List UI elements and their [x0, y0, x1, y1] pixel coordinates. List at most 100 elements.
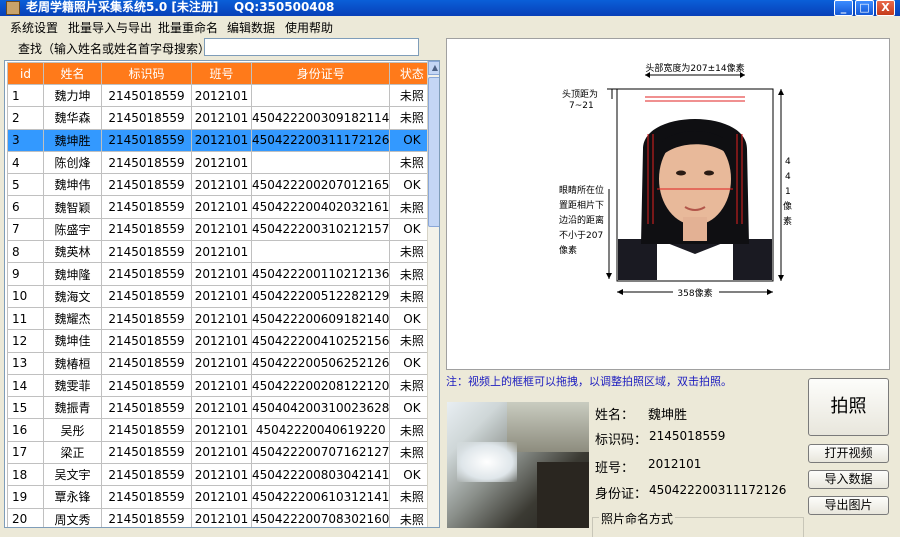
table-cell: 2145018559: [101, 106, 192, 130]
table-cell: 2012101: [191, 240, 252, 264]
table-row[interactable]: 14 魏雯菲 2145018559 2012101 450422200208122120…: [7, 373, 435, 398]
height-digit-5: 素: [783, 215, 792, 227]
menu-edit-data[interactable]: 编辑数据: [227, 19, 275, 36]
table-cell: 魏海文: [43, 284, 102, 308]
eye-note-3: 边沿的距离: [559, 214, 604, 226]
table-row[interactable]: 8 魏英林 2145018559 2012101 未照: [7, 240, 435, 264]
table-cell: 450422200402032161: [250, 195, 391, 219]
table-row[interactable]: 18 吴文宇 2145018559 2012101 450422200803042141…: [7, 463, 435, 487]
table-cell: 2145018559: [101, 485, 192, 509]
table-row[interactable]: 4 陈创烽 2145018559 2012101 未照: [7, 150, 435, 175]
scroll-thumb[interactable]: [428, 77, 439, 227]
table-cell: 2145018559: [101, 418, 192, 442]
hint-note: 注：视频上的框框可以拖拽，以调整拍照区域，双击拍照。: [446, 375, 732, 388]
table-cell: 450422200707162127: [250, 440, 391, 465]
table-cell: 16: [7, 418, 44, 442]
table-cell: 周文秀: [43, 507, 102, 527]
minimize-button[interactable]: _: [834, 0, 853, 16]
title-bar: 老周学籍照片采集系统5.0 [未注册] QQ:350500408 _ □ X: [0, 0, 900, 16]
capture-button[interactable]: 拍照: [808, 378, 889, 436]
maximize-button[interactable]: □: [855, 0, 874, 16]
table-row[interactable]: 17 梁正 2145018559 2012101 450422200707162127 未…: [7, 440, 435, 465]
naming-label: 照片命名方式: [599, 510, 676, 527]
table-cell: 4: [7, 150, 44, 175]
table-cell: 陈创烽: [43, 150, 102, 175]
table-cell: 450422200207012165: [250, 173, 391, 197]
table-cell: 5: [7, 173, 44, 197]
photo-spec-panel: 头部宽度为207±14像素 头顶距为 7~21 眼睛所在位 置距相片下 边沿的距…: [446, 38, 890, 370]
search-input[interactable]: [204, 38, 419, 56]
menu-batch-rename[interactable]: 批量重命名: [158, 19, 218, 36]
student-table-grid: id 姓名 标识码 班号 身份证号 状态 1 魏力坤 2145018559 2012101 未照 2…: [7, 62, 435, 527]
column-header[interactable]: 姓名: [43, 62, 102, 85]
table-cell: 17: [7, 440, 44, 465]
video-feed[interactable]: [447, 402, 589, 528]
table-row[interactable]: 10 魏海文 2145018559 2012101 450422200512282129…: [7, 284, 435, 308]
column-header[interactable]: 身份证号: [250, 62, 391, 85]
table-cell: 450422200803042141: [250, 463, 391, 487]
table-row[interactable]: 13 魏椿桓 2145018559 2012101 450422200506252126…: [7, 351, 435, 375]
window-title: 老周学籍照片采集系统5.0 [未注册]: [26, 0, 219, 14]
table-row[interactable]: 20 周文秀 2145018559 2012101 450422200708302160…: [7, 507, 435, 527]
table-cell: 1: [7, 83, 44, 108]
head-width-label: 头部宽度为207±14像素: [645, 62, 744, 74]
table-row[interactable]: 11 魏耀杰 2145018559 2012101 450422200609182140…: [7, 306, 435, 331]
table-cell: 魏力坤: [43, 83, 102, 108]
table-row[interactable]: 7 陈盛宇 2145018559 2012101 450422200310212157 O…: [7, 217, 435, 242]
menu-bar: 系统设置 批量导入与导出 批量重命名 编辑数据 使用帮助: [0, 16, 900, 36]
export-image-button[interactable]: 导出图片: [808, 496, 889, 515]
menu-batch-import-export[interactable]: 批量导入与导出: [68, 19, 152, 36]
table-cell: 2145018559: [101, 440, 192, 465]
naming-groupbox: 照片命名方式: [592, 510, 804, 537]
eye-note-1: 眼睛所在位: [559, 184, 604, 196]
code-label: 标识码：: [595, 433, 648, 448]
table-cell: 12: [7, 329, 44, 353]
close-button[interactable]: X: [876, 0, 895, 16]
video-shadow: [537, 462, 589, 528]
table-cell: 20: [7, 507, 44, 527]
table-cell: [250, 240, 391, 264]
table-cell: 魏椿桓: [43, 351, 102, 375]
table-cell: 450404200310023628: [250, 396, 391, 420]
table-row[interactable]: 3 魏坤胜 2145018559 2012101 450422200311172126 O…: [7, 128, 435, 152]
table-cell: 450422200708302160: [250, 507, 391, 527]
table-cell: 2012101: [191, 306, 252, 331]
menu-help[interactable]: 使用帮助: [285, 19, 333, 36]
import-data-button[interactable]: 导入数据: [808, 470, 889, 489]
column-header[interactable]: id: [7, 62, 44, 85]
table-cell: 2145018559: [101, 373, 192, 398]
table-scrollbar[interactable]: ▲: [427, 61, 439, 527]
table-row[interactable]: 15 魏振青 2145018559 2012101 450404200310023628…: [7, 396, 435, 420]
scroll-up-arrow-icon[interactable]: ▲: [428, 61, 439, 75]
arrow-left-icon: [617, 289, 623, 295]
table-cell: 2145018559: [101, 306, 192, 331]
table-cell: 2012101: [191, 83, 252, 108]
table-row[interactable]: 5 魏坤伟 2145018559 2012101 450422200207012165 O…: [7, 173, 435, 197]
column-header[interactable]: 标识码: [101, 62, 192, 85]
table-cell: 19: [7, 485, 44, 509]
table-cell: [250, 150, 391, 175]
table-cell: 魏坤佳: [43, 329, 102, 353]
table-cell: 2012101: [191, 195, 252, 219]
table-cell: 吴彤: [43, 418, 102, 442]
column-header[interactable]: 班号: [191, 62, 252, 85]
table-row[interactable]: 19 覃永锋 2145018559 2012101 450422200610312141…: [7, 485, 435, 509]
table-row[interactable]: 6 魏智颖 2145018559 2012101 450422200402032161 未…: [7, 195, 435, 219]
table-cell: 15: [7, 396, 44, 420]
menu-system-settings[interactable]: 系统设置: [10, 19, 58, 36]
table-cell: 魏雯菲: [43, 373, 102, 398]
table-cell: 2012101: [191, 396, 252, 420]
table-cell: 8: [7, 240, 44, 264]
table-cell: 2012101: [191, 440, 252, 465]
table-row[interactable]: 9 魏坤隆 2145018559 2012101 450422200110212136 未…: [7, 262, 435, 286]
table-row[interactable]: 1 魏力坤 2145018559 2012101 未照: [7, 83, 435, 108]
arrow-up-icon: [778, 89, 784, 95]
table-cell: 450422200310212157: [250, 217, 391, 242]
table-row[interactable]: 12 魏坤佳 2145018559 2012101 450422200410252156…: [7, 329, 435, 353]
open-video-button[interactable]: 打开视频: [808, 444, 889, 463]
table-cell: 2145018559: [101, 195, 192, 219]
table-row[interactable]: 2 魏华森 2145018559 2012101 450422200309182114 未…: [7, 106, 435, 130]
table-cell: 2012101: [191, 150, 252, 175]
table-cell: 7: [7, 217, 44, 242]
table-row[interactable]: 16 吴彤 2145018559 2012101 45042220040619220 未照: [7, 418, 435, 442]
